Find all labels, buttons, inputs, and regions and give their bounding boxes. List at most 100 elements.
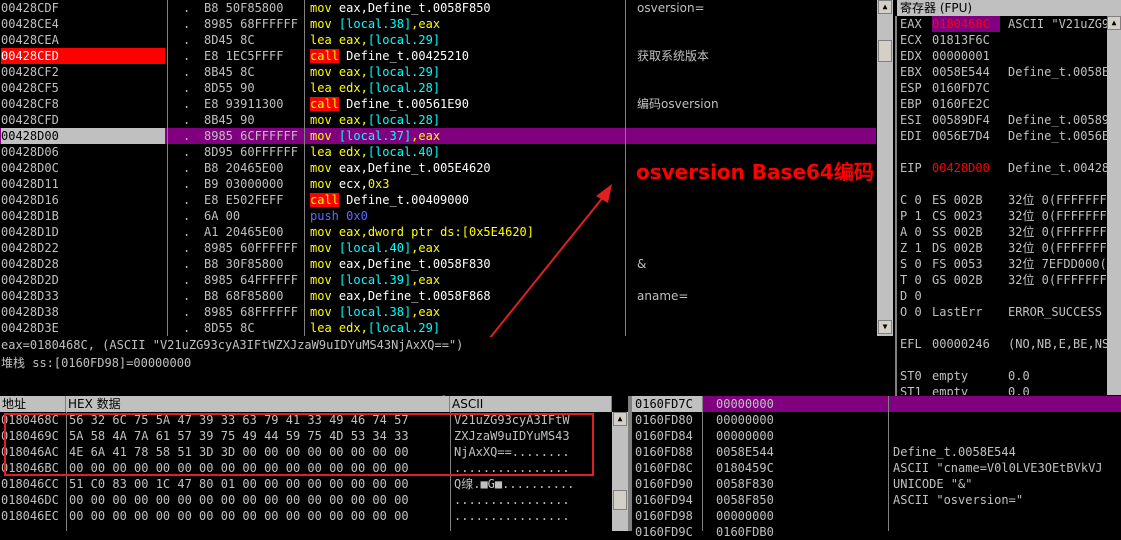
register-value[interactable]: ES 002B: [932, 192, 1000, 208]
stack-row[interactable]: 0160FD90 0058F830 UNICODE "&": [632, 476, 1121, 492]
register-value[interactable]: 0058E544: [932, 64, 1000, 80]
register-line[interactable]: C 0 ES 002B 32位 0(FFFFFFFF: [900, 192, 1114, 208]
dump-address[interactable]: 018046DC: [1, 492, 59, 508]
dump-address[interactable]: 018046EC: [1, 508, 59, 524]
stack-address[interactable]: 0160FD90: [635, 476, 693, 492]
stack-value[interactable]: 00000000: [716, 396, 774, 412]
register-value[interactable]: 0160FD7C: [932, 80, 1000, 96]
registers-pane[interactable]: EAX 0180468C ASCII "V21uZG93 ECX 01813F6C EDX…: [897, 0, 1121, 395]
register-value[interactable]: SS 002B: [932, 224, 1000, 240]
info-line-stack: 堆栈 ss:[0160FD98]=00000000: [1, 356, 192, 370]
stack-row[interactable]: 0160FD94 0058F850 ASCII "osversion=": [632, 492, 1121, 508]
register-line[interactable]: T 0 GS 002B 32位 0(FFFFFFFF: [900, 272, 1114, 288]
stack-row[interactable]: 0160FD84 00000000: [632, 428, 1121, 444]
annotation-highlight-box: [4, 413, 594, 476]
register-line[interactable]: [900, 176, 1008, 192]
stack-row[interactable]: 0160FD80 00000000: [632, 412, 1121, 428]
scroll-up-icon[interactable]: ▲: [613, 412, 627, 426]
register-value[interactable]: 00428D00: [932, 160, 1000, 176]
register-value[interactable]: 00589DF4: [932, 112, 1000, 128]
stack-value[interactable]: 0058E544: [716, 444, 774, 460]
register-value[interactable]: DS 002B: [932, 240, 1000, 256]
register-line[interactable]: EBP 0160FE2C: [900, 96, 1008, 112]
register-line[interactable]: [900, 144, 1008, 160]
register-value[interactable]: 00000246: [932, 336, 1000, 352]
register-value[interactable]: 0160FE2C: [932, 96, 1000, 112]
stack-row[interactable]: 0160FD98 00000000: [632, 508, 1121, 524]
stack-address[interactable]: 0160FD88: [635, 444, 693, 460]
register-line[interactable]: EFL 00000246 (NO,NB,E,BE,NS,: [900, 336, 1116, 352]
stack-address[interactable]: 0160FD9C: [635, 524, 693, 540]
register-line[interactable]: Z 1 DS 002B 32位 0(FFFFFFFF: [900, 240, 1114, 256]
stack-address[interactable]: 0160FD94: [635, 492, 693, 508]
register-line[interactable]: ESI 00589DF4 Define_t.00589D: [900, 112, 1116, 128]
register-value[interactable]: 00000001: [932, 48, 1000, 64]
register-line[interactable]: EDI 0056E7D4 Define_t.0056E7: [900, 128, 1116, 144]
register-line[interactable]: ESP 0160FD7C: [900, 80, 1008, 96]
register-line[interactable]: ST1 empty 0.0: [900, 384, 1030, 395]
register-line[interactable]: EAX 0180468C ASCII "V21uZG93: [900, 16, 1116, 32]
register-line[interactable]: [900, 352, 1008, 368]
stack-row[interactable]: 0160FD88 0058E544 Define_t.0058E544: [632, 444, 1121, 460]
stack-address[interactable]: 0160FD80: [635, 412, 693, 428]
registers-title: 寄存器 (FPU): [897, 0, 1121, 16]
register-value[interactable]: LastErr: [932, 304, 1000, 320]
register-line[interactable]: ST0 empty 0.0: [900, 368, 1030, 384]
register-line[interactable]: P 1 CS 0023 32位 0(FFFFFFFF: [900, 208, 1114, 224]
stack-value[interactable]: 0058F850: [716, 492, 774, 508]
dump-address[interactable]: 018046CC: [1, 476, 59, 492]
dump-ascii[interactable]: Q缐.■G■..........: [454, 476, 574, 492]
register-line[interactable]: A 0 SS 002B 32位 0(FFFFFFFF: [900, 224, 1114, 240]
pane-divider[interactable]: [628, 396, 632, 531]
dump-scrollbar[interactable]: ▲: [612, 412, 628, 531]
register-line[interactable]: O 0 LastErr ERROR_SUCCESS (: [900, 304, 1116, 320]
stack-value[interactable]: 0160FDB0: [716, 524, 774, 540]
scroll-up-icon[interactable]: ▲: [1107, 16, 1121, 30]
register-value[interactable]: empty: [932, 368, 1000, 384]
stack-value[interactable]: 0058F830: [716, 476, 774, 492]
stack-value[interactable]: 00000000: [716, 428, 774, 444]
register-value[interactable]: empty: [932, 384, 1000, 395]
register-line[interactable]: D 0: [900, 288, 1008, 304]
stack-address[interactable]: 0160FD7C: [635, 396, 693, 412]
dump-hex[interactable]: 00 00 00 00 00 00 00 00 00 00 00 00 00 0…: [69, 508, 409, 524]
register-line[interactable]: EBX 0058E544 Define_t.0058E5: [900, 64, 1116, 80]
registers-scrollbar[interactable]: ▲: [1107, 16, 1121, 395]
register-line[interactable]: EDX 00000001: [900, 48, 1008, 64]
register-value[interactable]: 0180468C: [932, 16, 1000, 32]
register-value[interactable]: FS 0053: [932, 256, 1000, 272]
register-line[interactable]: [900, 320, 1008, 336]
register-line[interactable]: ECX 01813F6C: [900, 32, 1008, 48]
stack-address[interactable]: 0160FD84: [635, 428, 693, 444]
dump-hex[interactable]: 51 C0 83 00 1C 47 80 01 00 00 00 00 00 0…: [69, 476, 409, 492]
stack-value[interactable]: 00000000: [716, 508, 774, 524]
dump-ascii[interactable]: ................: [454, 492, 570, 508]
dump-header-hex[interactable]: HEX 数据: [66, 396, 450, 412]
stack-pane[interactable]: 0160FD7C 00000000 0160FD80 00000000 0160FD84…: [632, 396, 1121, 539]
stack-row[interactable]: 0160FD8C 0180459C ASCII "cname=V0l0LVE3OEt…: [632, 460, 1121, 476]
dump-ascii[interactable]: ................: [454, 508, 570, 524]
register-comment: Define_t.0058E5: [1008, 65, 1117, 79]
dump-header-address[interactable]: 地址: [0, 396, 66, 412]
register-comment: ERROR_SUCCESS (: [1008, 305, 1117, 319]
stack-address[interactable]: 0160FD98: [635, 508, 693, 524]
dump-header-ascii[interactable]: ASCII: [450, 396, 612, 412]
stack-address[interactable]: 0160FD8C: [635, 460, 693, 476]
register-value[interactable]: 01813F6C: [932, 32, 1000, 48]
register-name: ESP: [900, 81, 922, 95]
stack-row[interactable]: 0160FD7C 00000000: [632, 396, 1121, 412]
dump-hex[interactable]: 00 00 00 00 00 00 00 00 00 00 00 00 00 0…: [69, 492, 409, 508]
stack-value[interactable]: 00000000: [716, 412, 774, 428]
register-value[interactable]: 0056E7D4: [932, 128, 1000, 144]
register-line[interactable]: S 0 FS 0053 32位 7EFDD000(F: [900, 256, 1114, 272]
register-comment: 32位 7EFDD000(F: [1008, 257, 1114, 271]
register-comment: 32位 0(FFFFFFFF: [1008, 209, 1114, 223]
stack-row[interactable]: 0160FD9C 0160FDB0: [632, 524, 1121, 540]
pane-divider[interactable]: [895, 16, 897, 396]
stack-value[interactable]: 0180459C: [716, 460, 774, 476]
register-name: ST0: [900, 369, 922, 383]
scroll-thumb[interactable]: [613, 490, 627, 510]
register-line[interactable]: EIP 00428D00 Define_t.00428D: [900, 160, 1116, 176]
register-value[interactable]: GS 002B: [932, 272, 1000, 288]
register-value[interactable]: CS 0023: [932, 208, 1000, 224]
